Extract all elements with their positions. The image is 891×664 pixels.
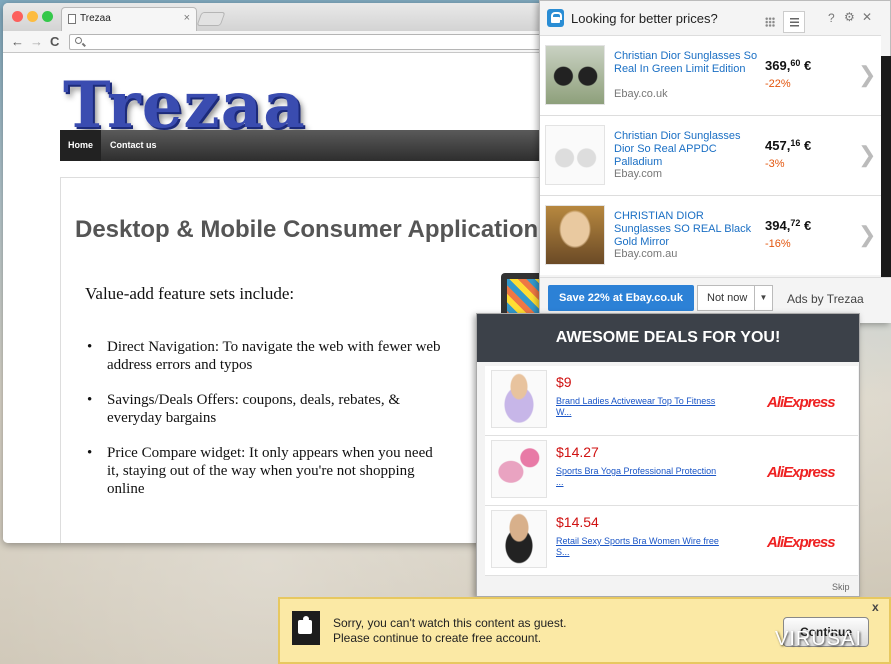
list-item: Savings/Deals Offers: coupons, deals, re…: [85, 391, 445, 427]
product-discount: -3%: [765, 158, 785, 170]
shopping-bag-icon: [547, 9, 564, 27]
back-arrow-icon[interactable]: ←: [11, 34, 24, 49]
list-item: Direct Navigation: To navigate the web w…: [85, 338, 445, 374]
chevron-down-icon[interactable]: ▼: [754, 286, 772, 310]
puzzle-plugin-icon: [292, 611, 320, 645]
product-price: 394,72 €: [765, 218, 812, 233]
product-name[interactable]: Christian Dior Sunglasses So Real In Gre…: [614, 50, 762, 76]
save-deal-button[interactable]: Save 22% at Ebay.co.uk: [548, 285, 694, 311]
product-discount: -22%: [765, 78, 791, 90]
nav-contact-us[interactable]: Contact us: [102, 130, 165, 161]
deals-title: AWESOME DEALS FOR YOU!: [477, 314, 859, 362]
deal-row[interactable]: $9 Brand Ladies Activewear Top To Fitnes…: [485, 366, 858, 436]
page-heading: Desktop & Mobile Consumer Applications: [75, 216, 543, 243]
minimize-window-button[interactable]: [27, 11, 38, 22]
product-row[interactable]: Christian Dior Sunglasses Dior So Real A…: [540, 115, 881, 195]
list-item: Price Compare widget: It only appears wh…: [85, 444, 445, 498]
ads-by-label: Ads by Trezaa: [787, 292, 864, 306]
deal-price: $9: [556, 374, 572, 390]
chevron-right-icon[interactable]: ❯: [858, 222, 876, 248]
tab-close-icon[interactable]: ×: [184, 12, 190, 24]
browser-window: Trezaa × ← → C Trezaa Home Contact us De…: [3, 3, 543, 543]
aliexpress-logo[interactable]: AliExpress: [767, 464, 836, 481]
browser-titlebar: Trezaa ×: [3, 3, 543, 31]
guest-message: Sorry, you can't watch this content as g…: [333, 616, 567, 646]
deal-link[interactable]: Retail Sexy Sports Bra Women Wire free S…: [556, 536, 726, 558]
popup-header: Looking for better prices? ? ⚙ ✕: [540, 1, 890, 35]
deal-link[interactable]: Brand Ladies Activewear Top To Fitness W…: [556, 396, 726, 418]
price-compare-popup: Looking for better prices? ? ⚙ ✕ Christi…: [539, 0, 891, 323]
chevron-right-icon[interactable]: ❯: [858, 62, 876, 88]
guest-message-line2: Please continue to create free account.: [333, 631, 542, 645]
deal-image: [491, 510, 547, 568]
deal-row[interactable]: $14.27 Sports Bra Yoga Professional Prot…: [485, 436, 858, 506]
not-now-label: Not now: [707, 292, 748, 304]
tab-title: Trezaa: [80, 13, 111, 24]
product-price: 369,60 €: [765, 58, 812, 73]
feature-subheading: Value-add feature sets include:: [85, 284, 295, 303]
aliexpress-logo[interactable]: AliExpress: [767, 394, 836, 411]
browser-tab[interactable]: Trezaa ×: [61, 7, 197, 31]
product-price: 457,16 €: [765, 138, 812, 153]
product-name[interactable]: CHRISTIAN DIOR Sunglasses SO REAL Black …: [614, 210, 762, 249]
nav-home[interactable]: Home: [60, 130, 102, 161]
deal-row[interactable]: $14.54 Retail Sexy Sports Bra Women Wire…: [485, 506, 858, 576]
product-source: Ebay.com: [614, 168, 663, 180]
web-page: Trezaa Home Contact us Desktop & Mobile …: [3, 53, 543, 543]
site-nav: Home Contact us: [60, 130, 543, 161]
aliexpress-logo[interactable]: AliExpress: [767, 534, 836, 551]
search-icon: [75, 37, 82, 44]
deal-image: [491, 370, 547, 428]
feature-list: Direct Navigation: To navigate the web w…: [85, 338, 445, 515]
close-window-button[interactable]: [12, 11, 23, 22]
guest-message-line1: Sorry, you can't watch this content as g…: [333, 616, 567, 630]
deal-price: $14.54: [556, 514, 599, 530]
product-row[interactable]: CHRISTIAN DIOR Sunglasses SO REAL Black …: [540, 195, 881, 275]
help-icon[interactable]: ?: [828, 11, 835, 25]
product-image: [545, 205, 605, 265]
page-icon: [68, 14, 76, 24]
deal-price: $14.27: [556, 444, 599, 460]
content-box: Desktop & Mobile Consumer Applications V…: [60, 177, 543, 543]
forward-arrow-icon[interactable]: →: [30, 34, 43, 49]
deal-image: [491, 440, 547, 498]
popup-title: Looking for better prices?: [571, 11, 718, 26]
address-bar[interactable]: [69, 34, 543, 50]
deal-link[interactable]: Sports Bra Yoga Professional Protection …: [556, 466, 726, 488]
deals-popup: AWESOME DEALS FOR YOU! $9 Brand Ladies A…: [476, 313, 860, 597]
reload-icon[interactable]: C: [50, 34, 59, 49]
skip-link[interactable]: Skip: [832, 582, 850, 592]
new-tab-button[interactable]: [196, 12, 226, 26]
list-view-icon[interactable]: [783, 11, 805, 33]
product-row[interactable]: Christian Dior Sunglasses So Real In Gre…: [540, 35, 881, 115]
gear-icon[interactable]: ⚙: [844, 10, 855, 24]
product-name[interactable]: Christian Dior Sunglasses Dior So Real A…: [614, 130, 762, 169]
product-source: Ebay.co.uk: [614, 88, 668, 100]
product-discount: -16%: [765, 238, 791, 250]
product-image: [545, 45, 605, 105]
product-image: [545, 125, 605, 185]
browser-toolbar: ← → C: [3, 31, 543, 53]
watermark-text: VIRUSAI: [775, 628, 863, 650]
grid-view-icon[interactable]: [765, 17, 775, 27]
maximize-window-button[interactable]: [42, 11, 53, 22]
close-icon[interactable]: x: [872, 600, 879, 614]
product-source: Ebay.com.au: [614, 248, 678, 260]
chevron-right-icon[interactable]: ❯: [858, 142, 876, 168]
not-now-dropdown[interactable]: Not now ▼: [697, 285, 773, 311]
close-icon[interactable]: ✕: [862, 10, 872, 24]
